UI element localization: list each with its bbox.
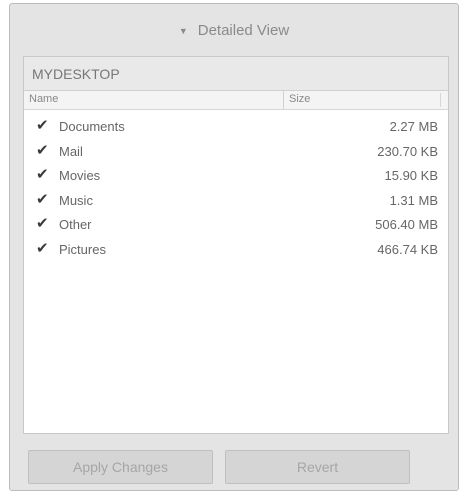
backup-details-panel: ▼ Detailed View MYDESKTOP Name Size ✔ Do… — [9, 3, 459, 491]
column-divider[interactable] — [283, 91, 284, 109]
row-size: 2.27 MB — [389, 119, 438, 134]
row-name: Music — [59, 192, 93, 208]
row-checkbox[interactable]: ✔ — [36, 192, 50, 207]
apply-changes-button[interactable]: Apply Changes — [28, 450, 213, 484]
row-checkbox[interactable]: ✔ — [36, 167, 50, 182]
table-body: ✔ Documents 2.27 MB ✔ Mail 230.70 KB ✔ M… — [24, 115, 448, 263]
column-header-size[interactable]: Size — [289, 93, 310, 105]
row-checkbox[interactable]: ✔ — [36, 216, 50, 231]
row-size: 466.74 KB — [377, 241, 438, 257]
caret-down-icon: ▼ — [178, 26, 188, 36]
row-name: Movies — [59, 168, 101, 184]
row-checkbox[interactable]: ✔ — [36, 241, 50, 256]
table-header: Name Size — [24, 91, 448, 110]
column-header-name[interactable]: Name — [29, 93, 58, 105]
revert-button[interactable]: Revert — [225, 450, 410, 484]
detailed-view-toggle[interactable]: ▼ Detailed View — [10, 4, 458, 56]
table-row: ✔ Documents 2.27 MB — [24, 115, 448, 140]
row-size: 1.31 MB — [389, 192, 438, 208]
row-checkbox[interactable]: ✔ — [36, 118, 50, 133]
row-size: 15.90 KB — [384, 168, 439, 184]
table-row: ✔ Pictures 466.74 KB — [24, 238, 448, 263]
row-name: Pictures — [59, 241, 106, 257]
row-name: Mail — [59, 143, 83, 159]
table-row: ✔ Music 1.31 MB — [24, 189, 448, 214]
detailed-view-label: Detailed View — [197, 21, 290, 39]
table-row: ✔ Movies 15.90 KB — [24, 164, 448, 189]
file-category-list: MYDESKTOP Name Size ✔ Documents 2.27 MB … — [23, 56, 449, 434]
row-checkbox[interactable]: ✔ — [36, 143, 50, 158]
row-name: Documents — [59, 119, 125, 134]
row-name: Other — [59, 217, 92, 233]
device-name: MYDESKTOP — [24, 57, 448, 91]
column-divider-end — [440, 93, 441, 107]
row-size: 506.40 MB — [375, 217, 438, 233]
table-row: ✔ Other 506.40 MB — [24, 213, 448, 238]
table-row: ✔ Mail 230.70 KB — [24, 140, 448, 165]
row-size: 230.70 KB — [377, 143, 438, 159]
